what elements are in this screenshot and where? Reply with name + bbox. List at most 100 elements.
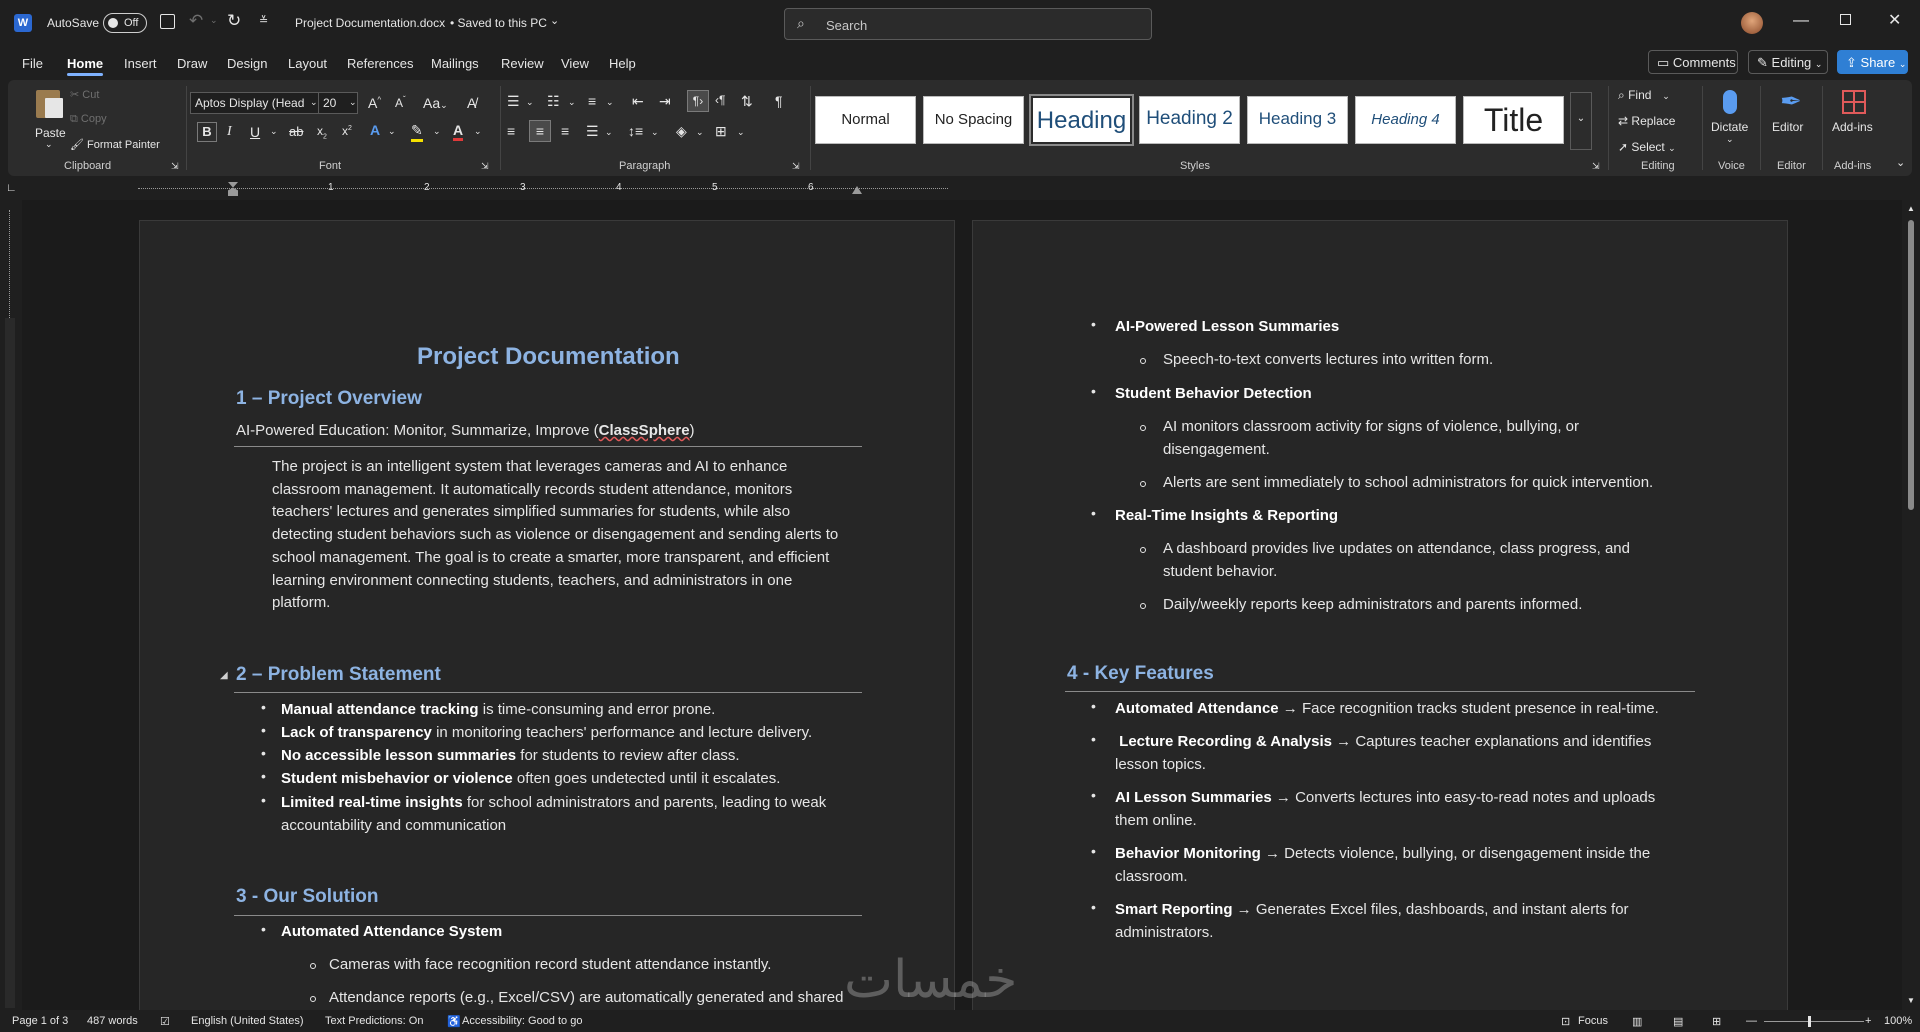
scroll-thumb[interactable] [1908, 220, 1914, 510]
shading-icon[interactable]: ◈ [676, 123, 687, 140]
pilcrow-icon[interactable]: ¶ [775, 93, 783, 109]
list-item[interactable]: Smart Reporting → Generates Excel files,… [1115, 899, 1629, 944]
rtl-icon[interactable]: ‹¶ [715, 93, 725, 107]
indent-marker-icon[interactable] [228, 182, 238, 196]
change-case-icon[interactable]: Aa⌄ [423, 95, 448, 111]
collapse-triangle-icon[interactable]: ◢ [220, 670, 228, 681]
clipboard-launcher-icon[interactable]: ⇲ [171, 161, 179, 172]
editor-button[interactable]: ✒ Editor [1766, 84, 1816, 150]
dictate-button[interactable]: Dictate ⌄ [1708, 84, 1754, 150]
list-item[interactable]: Speech-to-text converts lectures into wr… [1163, 349, 1493, 372]
chevron-down-icon[interactable]: ⌄ [270, 126, 278, 137]
style-heading[interactable]: Heading [1029, 94, 1134, 146]
page-count[interactable]: Page 1 of 3 [12, 1015, 68, 1027]
font-launcher-icon[interactable]: ⇲ [481, 161, 489, 172]
word-count[interactable]: 487 words [87, 1015, 138, 1027]
list-item[interactable]: Limited real-time insights for school ad… [281, 792, 826, 837]
bullets-icon[interactable]: ☰ [507, 93, 520, 110]
paste-button[interactable]: Paste ⌄ [21, 84, 73, 149]
chevron-down-icon[interactable]: ⌄ [550, 14, 559, 27]
tab-selector-icon[interactable]: ∟ [6, 182, 17, 194]
text-effects-icon[interactable]: A [370, 122, 380, 138]
chevron-down-icon[interactable]: ⌄ [606, 97, 614, 108]
list-item[interactable]: Cameras with face recognition record stu… [329, 954, 771, 977]
align-center-icon[interactable]: ≡ [529, 120, 551, 142]
page-title[interactable]: Project Documentation [417, 343, 680, 371]
tab-home[interactable]: Home [67, 56, 104, 76]
editing-mode-button[interactable]: ✎ Editing ⌄ [1748, 50, 1828, 74]
ltr-icon[interactable]: ¶› [687, 90, 709, 112]
superscript-icon[interactable]: x2 [342, 124, 352, 138]
section-heading-solution[interactable]: 3 - Our Solution [236, 886, 379, 908]
zoom-slider[interactable] [1764, 1021, 1864, 1022]
chevron-down-icon[interactable]: ⌄ [568, 97, 576, 108]
list-item[interactable]: Student Behavior Detection [1115, 383, 1312, 406]
document-title[interactable]: Project Documentation.docx [295, 16, 445, 30]
list-item[interactable]: Daily/weekly reports keep administrators… [1163, 594, 1582, 617]
find-button[interactable]: ⌕ Find ⌄ [1618, 88, 1670, 103]
style-title[interactable]: Title [1463, 96, 1564, 144]
page-1[interactable]: Project Documentation 1 – Project Overvi… [139, 220, 955, 1010]
save-status[interactable]: • Saved to this PC [450, 16, 547, 30]
chevron-down-icon[interactable]: ⌄ [526, 97, 534, 108]
style-normal[interactable]: Normal [815, 96, 916, 144]
language[interactable]: English (United States) [191, 1015, 304, 1027]
list-item[interactable]: AI-Powered Lesson Summaries [1115, 316, 1339, 339]
list-item[interactable]: Alerts are sent immediately to school ad… [1163, 472, 1653, 495]
subscript-icon[interactable]: x2 [317, 124, 327, 140]
cut-button[interactable]: ✂ Cut [70, 88, 99, 101]
font-name-select[interactable]: Aptos Display (Head [190, 92, 324, 114]
align-left-icon[interactable]: ≡ [507, 123, 515, 139]
chevron-down-icon[interactable]: ⌄ [696, 127, 704, 138]
scroll-up-icon[interactable]: ▲ [1907, 204, 1915, 213]
copy-button[interactable]: ⧉ Copy [70, 113, 107, 126]
clear-formatting-icon[interactable]: A̸ [467, 95, 476, 111]
increase-indent-icon[interactable]: ⇥ [659, 93, 671, 110]
list-item[interactable]: Manual attendance tracking is time-consu… [281, 699, 715, 722]
zoom-level[interactable]: 100% [1884, 1015, 1912, 1027]
save-icon[interactable] [160, 14, 175, 29]
style-no-spacing[interactable]: No Spacing [923, 96, 1024, 144]
tab-review[interactable]: Review [501, 56, 544, 71]
zoom-out-icon[interactable]: — [1746, 1015, 1757, 1027]
list-item[interactable]: AI Lesson Summaries → Converts lectures … [1115, 787, 1655, 832]
list-item[interactable]: Lack of transparency in monitoring teach… [281, 722, 812, 745]
tab-layout[interactable]: Layout [288, 56, 327, 71]
chevron-down-icon[interactable]: ⌄ [651, 127, 659, 138]
section-heading-problem[interactable]: 2 – Problem Statement [236, 664, 441, 686]
style-heading-2[interactable]: Heading 2 [1139, 96, 1240, 144]
list-item[interactable]: Student misbehavior or violence often go… [281, 768, 780, 791]
font-color-icon[interactable]: A [453, 122, 464, 141]
underline-icon[interactable]: U [250, 124, 260, 140]
list-item[interactable]: No accessible lesson summaries for stude… [281, 745, 740, 768]
tab-file[interactable]: File [22, 56, 43, 71]
replace-button[interactable]: ⇄ Replace [1618, 114, 1675, 128]
text-predictions[interactable]: Text Predictions: On [325, 1015, 423, 1027]
autosave-toggle[interactable]: Off [103, 13, 147, 33]
borders-icon[interactable]: ⊞ [715, 123, 727, 140]
web-layout-icon[interactable]: ⊞ [1712, 1015, 1721, 1028]
read-mode-icon[interactable]: ▥ [1632, 1015, 1642, 1028]
redo-icon[interactable]: ↻ [227, 11, 241, 31]
numbering-icon[interactable]: ☷ [547, 93, 560, 110]
restore-icon[interactable] [1840, 14, 1851, 25]
tab-insert[interactable]: Insert [124, 56, 157, 71]
tab-design[interactable]: Design [227, 56, 267, 71]
accessibility-status[interactable]: Accessibility: Good to go [462, 1015, 582, 1027]
minimize-icon[interactable]: — [1793, 12, 1809, 30]
zoom-in-icon[interactable]: + [1865, 1015, 1871, 1027]
justify-icon[interactable]: ☰ [586, 123, 599, 140]
styles-launcher-icon[interactable]: ⇲ [1592, 161, 1600, 172]
tab-view[interactable]: View [561, 56, 589, 71]
list-item[interactable]: A dashboard provides live updates on att… [1163, 538, 1630, 583]
section-heading-overview[interactable]: 1 – Project Overview [236, 388, 422, 410]
search-input[interactable]: ⌕ Search [784, 8, 1152, 40]
list-item[interactable]: Automated Attendance System [281, 921, 502, 944]
list-item[interactable]: Automated Attendance → Face recognition … [1115, 698, 1659, 721]
tab-mailings[interactable]: Mailings [431, 56, 479, 71]
style-heading-3[interactable]: Heading 3 [1247, 96, 1348, 144]
share-button[interactable]: ⇪ Share ⌄ [1837, 50, 1908, 74]
chevron-down-icon[interactable]: ⌄ [310, 97, 318, 108]
accessibility-icon[interactable]: ♿ [447, 1015, 461, 1028]
shrink-font-icon[interactable]: Aˇ [395, 95, 406, 110]
